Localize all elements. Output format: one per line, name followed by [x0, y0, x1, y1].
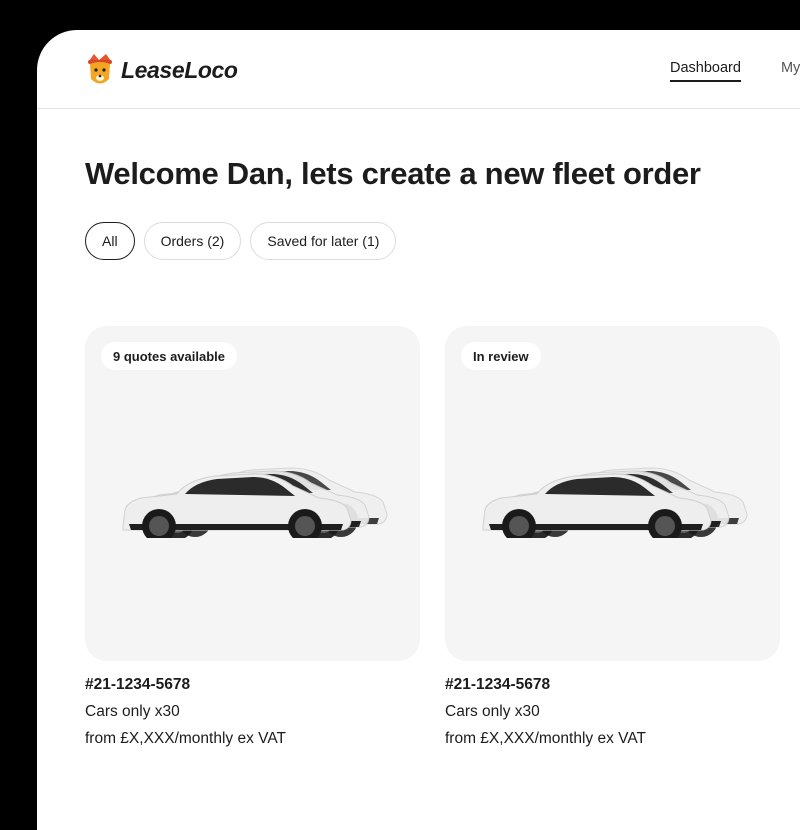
order-price: from £X,XXX/monthly ex VAT: [85, 730, 286, 747]
car-fleet-image: [122, 467, 388, 538]
page-title: Welcome Dan, lets create a new fleet ord…: [85, 156, 701, 191]
order-filter-tabs: All Orders (2) Saved for later (1): [85, 222, 397, 260]
order-id: #21-1234-5678: [445, 676, 551, 693]
tab-all[interactable]: All: [85, 222, 135, 260]
nav-dashboard[interactable]: Dashboard: [670, 60, 741, 82]
order-description: Cars only x30: [445, 703, 540, 720]
brand-logo[interactable]: LeaseLoco: [85, 52, 238, 88]
order-card[interactable]: In review #21-1234-5678 Cars only x30 fr…: [445, 326, 780, 748]
tab-orders[interactable]: Orders (2): [143, 222, 242, 260]
order-price: from £X,XXX/monthly ex VAT: [445, 730, 646, 747]
car-fleet-image: [482, 467, 748, 538]
brand-name: LeaseLoco: [121, 56, 238, 83]
order-description: Cars only x30: [85, 703, 180, 720]
nav-my[interactable]: My: [781, 60, 800, 82]
status-badge: In review: [461, 342, 541, 370]
order-card[interactable]: 9 quotes available #21-1234-5678 Cars on…: [85, 326, 420, 748]
order-card-media[interactable]: 9 quotes available: [85, 326, 420, 661]
app-window: LeaseLoco Dashboard My Welcome Dan, lets…: [37, 30, 800, 830]
top-header: LeaseLoco Dashboard My: [37, 30, 800, 109]
tab-saved-for-later[interactable]: Saved for later (1): [250, 222, 397, 260]
order-id: #21-1234-5678: [85, 676, 191, 693]
main-nav: Dashboard My: [670, 60, 800, 82]
order-card-media[interactable]: In review: [445, 326, 780, 661]
status-badge: 9 quotes available: [101, 342, 237, 370]
fox-mascot-icon: [88, 54, 112, 84]
